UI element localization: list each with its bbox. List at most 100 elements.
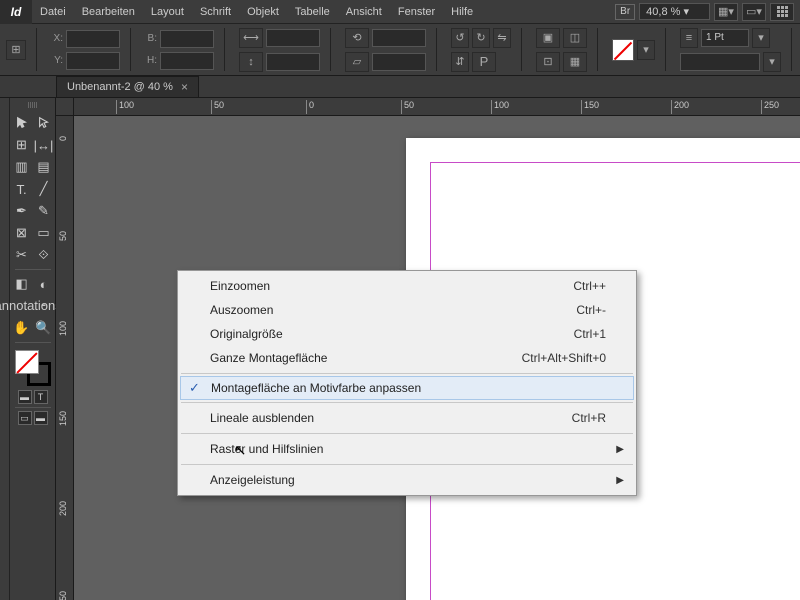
- menu-layout[interactable]: Layout: [143, 0, 192, 24]
- rectangle-frame-tool[interactable]: ⊠: [11, 222, 33, 244]
- pencil-tool[interactable]: ✎: [33, 200, 55, 222]
- document-tab-bar: Unbenannt-2 @ 40 % ×: [0, 76, 800, 98]
- rotate-ccw-icon[interactable]: ↺: [451, 28, 469, 48]
- context-menu-item[interactable]: ✓Montagefläche an Motivfarbe anpassen: [180, 376, 634, 400]
- document-tab-title: Unbenannt-2 @ 40 %: [67, 81, 173, 93]
- menu-separator: [181, 433, 633, 434]
- flip-v-icon[interactable]: ⇵: [451, 52, 469, 72]
- bridge-button[interactable]: Br: [615, 4, 635, 20]
- view-options-dropdown[interactable]: ▦▾: [714, 3, 738, 21]
- vertical-ruler[interactable]: 050100150200250: [56, 116, 74, 600]
- menu-hilfe[interactable]: Hilfe: [443, 0, 481, 24]
- rotate-btn[interactable]: ⟲: [345, 28, 369, 48]
- fit-frame-icon[interactable]: ▦: [563, 52, 587, 72]
- apply-color-icon[interactable]: ▬: [18, 390, 32, 404]
- menu-item-label: Raster und Hilfslinien: [210, 442, 323, 456]
- select-content-icon[interactable]: ◫: [563, 28, 587, 48]
- document-tab[interactable]: Unbenannt-2 @ 40 % ×: [56, 76, 199, 97]
- rectangle-tool[interactable]: ▭: [33, 222, 55, 244]
- arrange-dropdown[interactable]: [770, 3, 794, 21]
- zoom-value: 40,8 %: [646, 6, 680, 18]
- rotate-input[interactable]: [372, 29, 426, 47]
- content-collector-tool[interactable]: ▥: [11, 156, 33, 178]
- stroke-dropdown-icon[interactable]: ▾: [752, 28, 770, 48]
- zoom-level-field[interactable]: 40,8 % ▾: [639, 3, 710, 20]
- gradient-feather-tool[interactable]: ◐: [33, 273, 55, 295]
- scale-y-input[interactable]: [266, 53, 320, 71]
- fill-stroke-widget[interactable]: [15, 350, 51, 386]
- note-tool[interactable]: �annotations: [11, 295, 33, 317]
- preview-mode-icon[interactable]: ▬: [34, 411, 48, 425]
- selection-tool[interactable]: [11, 112, 33, 134]
- normal-mode-icon[interactable]: ▭: [18, 411, 32, 425]
- ruler-tick-label: 0: [309, 100, 314, 110]
- shear-btn[interactable]: ▱: [345, 52, 369, 72]
- zoom-tool[interactable]: 🔍: [33, 317, 55, 339]
- menu-tabelle[interactable]: Tabelle: [287, 0, 338, 24]
- flip-h-icon[interactable]: ⇋: [493, 28, 511, 48]
- pen-tool[interactable]: ✒: [11, 200, 33, 222]
- line-tool[interactable]: ╱: [33, 178, 55, 200]
- screen-mode-dropdown[interactable]: ▭▾: [742, 3, 766, 21]
- gradient-swatch-tool[interactable]: ◧: [11, 273, 33, 295]
- context-menu-item[interactable]: AuszoomenCtrl+-: [180, 298, 634, 322]
- y-input[interactable]: [66, 52, 120, 70]
- menu-separator: [181, 402, 633, 403]
- panel-grip-icon[interactable]: [18, 102, 48, 108]
- ruler-tick-label: 100: [494, 100, 509, 110]
- paragraph-style-icon[interactable]: P: [472, 52, 496, 72]
- ruler-origin[interactable]: [56, 98, 74, 116]
- menu-fenster[interactable]: Fenster: [390, 0, 443, 24]
- menu-schrift[interactable]: Schrift: [192, 0, 239, 24]
- direct-selection-tool[interactable]: [33, 112, 55, 134]
- free-transform-tool[interactable]: ⟐: [33, 244, 55, 266]
- menu-datei[interactable]: Datei: [32, 0, 74, 24]
- stroke-weight-field[interactable]: 1 Pt: [701, 29, 749, 47]
- scale-y-btn[interactable]: ↕: [239, 52, 263, 72]
- menu-shortcut: Ctrl+Alt+Shift+0: [522, 351, 606, 365]
- ruler-tick-label: 200: [674, 100, 689, 110]
- menu-shortcut: Ctrl+-: [576, 303, 606, 317]
- x-input[interactable]: [66, 30, 120, 48]
- close-tab-icon[interactable]: ×: [181, 80, 188, 94]
- context-menu-item[interactable]: Anzeigeleistung▶: [180, 468, 634, 492]
- scissors-tool[interactable]: ✂: [11, 244, 33, 266]
- context-menu-item[interactable]: Ganze MontageflächeCtrl+Alt+Shift+0: [180, 346, 634, 370]
- menu-bearbeiten[interactable]: Bearbeiten: [74, 0, 143, 24]
- panel-gutter: [0, 98, 10, 600]
- menu-objekt[interactable]: Objekt: [239, 0, 287, 24]
- context-menu-item[interactable]: OriginalgrößeCtrl+1: [180, 322, 634, 346]
- scale-x-btn[interactable]: ⟷: [239, 28, 263, 48]
- gap-tool[interactable]: |↔|: [33, 134, 55, 156]
- menu-shortcut: Ctrl+R: [572, 411, 606, 425]
- menu-item-label: Lineale ausblenden: [210, 411, 314, 425]
- fill-swatch-none[interactable]: [15, 350, 39, 374]
- page-tool[interactable]: ⊞: [11, 134, 33, 156]
- menu-ansicht[interactable]: Ansicht: [338, 0, 390, 24]
- h-input[interactable]: [160, 52, 214, 70]
- stroke-style-field[interactable]: [680, 53, 760, 71]
- fill-dropdown-icon[interactable]: ▾: [637, 40, 655, 60]
- ruler-tick-label: 150: [584, 100, 599, 110]
- menu-item-label: Einzoomen: [210, 279, 270, 293]
- hand-tool[interactable]: ✋: [11, 317, 33, 339]
- tools-panel: ⊞|↔| ▥▤ T.╱ ✒✎ ⊠▭ ✂⟐ ◧◐ �annotations⁃ ✋🔍…: [10, 98, 56, 600]
- eyedropper-tool[interactable]: ⁃: [33, 295, 55, 317]
- stroke-style-dropdown-icon[interactable]: ▾: [763, 52, 781, 72]
- w-input[interactable]: [160, 30, 214, 48]
- scale-x-input[interactable]: [266, 29, 320, 47]
- fit-content-icon[interactable]: ⊡: [536, 52, 560, 72]
- content-placer-tool[interactable]: ▤: [33, 156, 55, 178]
- ruler-tick-label: 50: [214, 100, 224, 110]
- context-menu-item[interactable]: EinzoomenCtrl++: [180, 274, 634, 298]
- reference-point-widget[interactable]: ⊞: [6, 28, 37, 71]
- horizontal-ruler[interactable]: 10050050100150200250: [74, 98, 800, 116]
- type-tool[interactable]: T.: [11, 178, 33, 200]
- context-menu-item[interactable]: Raster und Hilfslinien▶: [180, 437, 634, 461]
- context-menu-item[interactable]: Lineale ausblenden Ctrl+R: [180, 406, 634, 430]
- shear-input[interactable]: [372, 53, 426, 71]
- rotate-cw-icon[interactable]: ↻: [472, 28, 490, 48]
- apply-text-icon[interactable]: T: [34, 390, 48, 404]
- fill-swatch[interactable]: [612, 39, 634, 61]
- select-container-icon[interactable]: ▣: [536, 28, 560, 48]
